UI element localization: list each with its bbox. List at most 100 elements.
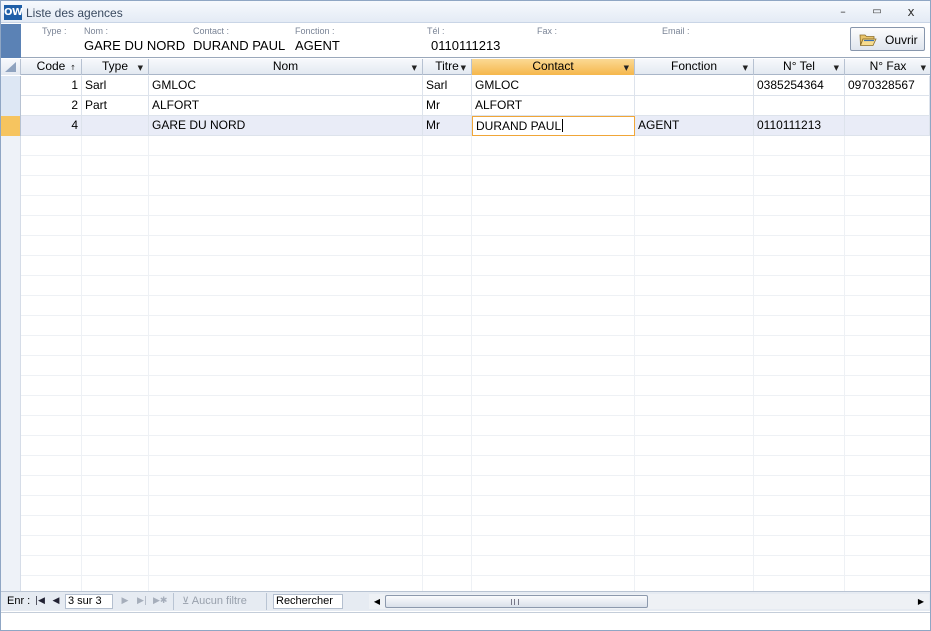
column-header-fonction[interactable]: Fonction ▼ [635,59,754,75]
empty-row [1,296,930,316]
column-header-fax[interactable]: N° Fax ▼ [845,59,930,75]
previous-record-button[interactable]: ◀ [49,594,63,609]
cell-contact-editing[interactable]: DURAND PAUL [472,116,635,136]
dropdown-arrow-icon[interactable]: ▼ [921,61,926,75]
column-header-label: Nom [272,59,299,73]
dropdown-arrow-icon[interactable]: ▼ [138,61,143,75]
cell-contact[interactable]: GMLOC [472,76,635,96]
row-selector[interactable] [1,116,21,136]
contact-value[interactable]: DURAND PAUL [193,38,285,53]
record-selector[interactable] [1,24,21,58]
column-header-label: Fonction [670,59,718,73]
cell-fax[interactable] [845,116,930,136]
scroll-right-icon[interactable]: ▶ [915,594,927,609]
open-button-label: Ouvrir [885,33,918,47]
new-record-button[interactable]: ▶✱ [153,594,167,609]
empty-row [1,476,930,496]
empty-row [1,176,930,196]
empty-row [1,376,930,396]
cell-titre[interactable]: Sarl [423,76,472,96]
first-record-button[interactable]: |◀ [33,594,47,609]
column-header-tel[interactable]: N° Tel ▼ [754,59,845,75]
cell-fonction[interactable]: AGENT [635,116,754,136]
maximize-button[interactable]: ▭ [867,4,887,20]
row-selector[interactable] [1,96,21,116]
filter-toggle[interactable]: ⊻ Aucun filtre [173,593,267,610]
scrollbar-thumb[interactable] [385,595,648,608]
row-selector [1,176,21,196]
dropdown-arrow-icon[interactable]: ▼ [412,61,417,75]
contact-label: Contact : [193,26,230,36]
cell-nom[interactable]: ALFORT [149,96,423,116]
empty-row [1,516,930,536]
dropdown-arrow-icon[interactable]: ▼ [624,61,629,75]
select-all-corner[interactable] [1,59,21,75]
cell-fonction[interactable] [635,96,754,116]
cell-titre[interactable]: Mr [423,96,472,116]
cell-code[interactable]: 4 [21,116,82,136]
grid-header: Code ↑ Type ▼ Nom ▼ Titre ▼ Contact ▼ Fonctio… [1,59,930,75]
cell-fax[interactable]: 0970328567 [845,76,930,96]
row-selector [1,296,21,316]
dropdown-arrow-icon[interactable]: ▼ [834,61,839,75]
column-header-nom[interactable]: Nom ▼ [149,59,423,75]
cell-fax[interactable] [845,96,930,116]
record-label: Enr : [7,595,31,607]
cell-titre[interactable]: Mr [423,116,472,136]
table-row[interactable]: 2 Part ALFORT Mr ALFORT [1,96,930,116]
cell-tel[interactable]: 0110111213 [754,116,845,136]
dropdown-arrow-icon[interactable]: ▼ [743,61,748,75]
next-record-button[interactable]: ▶ [118,594,132,609]
row-selector[interactable] [1,76,21,96]
cell-tel[interactable] [754,96,845,116]
current-record-input[interactable]: 3 sur 3 [65,594,113,609]
cell-nom[interactable]: GMLOC [149,76,423,96]
empty-row [1,316,930,336]
close-button[interactable]: x [901,4,921,20]
scroll-left-icon[interactable]: ◀ [371,594,383,609]
column-header-contact[interactable]: Contact ▼ [472,59,635,75]
column-header-code[interactable]: Code ↑ [21,59,82,75]
row-selector [1,236,21,256]
last-record-button[interactable]: ▶| [135,594,149,609]
row-selector [1,316,21,336]
cell-fonction[interactable] [635,76,754,96]
empty-row [1,276,930,296]
fonction-value[interactable]: AGENT [295,38,340,53]
column-header-type[interactable]: Type ▼ [82,59,149,75]
tel-label: Tél : [427,26,445,36]
row-selector [1,436,21,456]
row-selector [1,216,21,236]
sort-ascending-icon[interactable]: ↑ [70,61,76,75]
cell-type[interactable] [82,116,149,136]
search-input[interactable]: Rechercher [273,594,343,609]
nom-value[interactable]: GARE DU NORD [84,38,185,53]
tel-value[interactable]: 0110111213 [431,38,500,53]
row-selector [1,136,21,156]
empty-row [1,536,930,556]
open-button[interactable]: Ouvrir [850,27,925,51]
cell-code[interactable]: 2 [21,96,82,116]
minimize-button[interactable]: – [833,4,853,20]
fax-label: Fax : [537,26,558,36]
cell-type[interactable]: Sarl [82,76,149,96]
empty-row [1,436,930,456]
column-header-titre[interactable]: Titre ▼ [423,59,472,75]
row-selector [1,356,21,376]
column-header-label: Code [36,59,66,73]
text-caret [562,119,564,132]
row-selector [1,496,21,516]
row-selector [1,516,21,536]
empty-row [1,416,930,436]
cell-tel[interactable]: 0385254364 [754,76,845,96]
cell-nom[interactable]: GARE DU NORD [149,116,423,136]
row-selector [1,196,21,216]
table-row[interactable]: 1 Sarl GMLOC Sarl GMLOC 0385254364 09703… [1,76,930,96]
cell-contact[interactable]: ALFORT [472,96,635,116]
table-row-selected[interactable]: 4 GARE DU NORD Mr DURAND PAUL AGENT 0110… [1,116,930,136]
cell-code[interactable]: 1 [21,76,82,96]
cell-type[interactable]: Part [82,96,149,116]
dropdown-arrow-icon[interactable]: ▼ [461,61,466,75]
horizontal-scrollbar[interactable]: ◀ ▶ [369,594,929,609]
empty-row [1,196,930,216]
